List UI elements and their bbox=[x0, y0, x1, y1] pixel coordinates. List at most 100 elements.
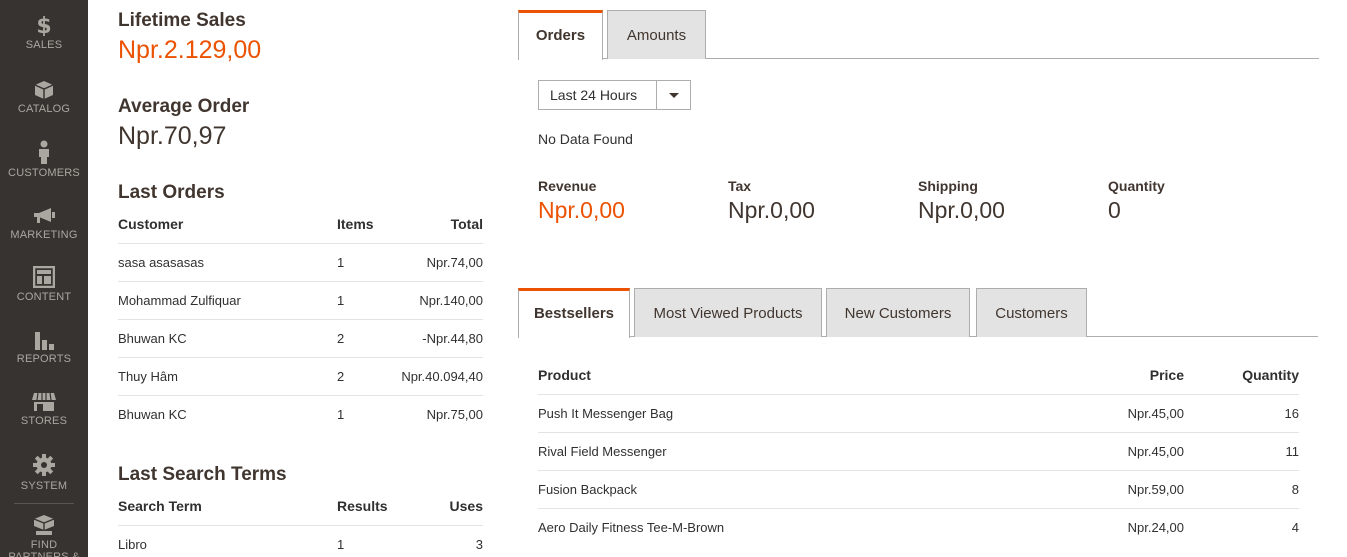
nav-item-reports[interactable]: REPORTS bbox=[0, 328, 88, 390]
svg-text:$: $ bbox=[36, 14, 51, 36]
last-search-terms-title: Last Search Terms bbox=[118, 464, 287, 485]
revenue-metric: Revenue Npr.0,00 bbox=[538, 178, 625, 224]
shipping-label: Shipping bbox=[918, 178, 978, 194]
product-name: Push It Messenger Bag bbox=[538, 406, 674, 421]
nav-item-content[interactable]: CONTENT bbox=[0, 266, 88, 328]
order-items: 2 bbox=[337, 331, 345, 346]
table-row[interactable]: Libro 1 3 bbox=[118, 525, 483, 557]
tab-orders[interactable]: Orders bbox=[518, 10, 603, 60]
table-row[interactable]: sasa asasasas 1 Npr.74,00 bbox=[118, 243, 483, 281]
order-total: Npr.140,00 bbox=[419, 293, 483, 308]
product-quantity: 16 bbox=[1284, 406, 1299, 421]
table-row[interactable]: Aero Daily Fitness Tee-M-Brown Npr.24,00… bbox=[538, 508, 1299, 546]
order-total: -Npr.44,80 bbox=[422, 331, 483, 346]
nav-item-stores[interactable]: STORES bbox=[0, 392, 88, 454]
last-orders-title: Last Orders bbox=[118, 182, 225, 203]
order-customer: Bhuwan KC bbox=[118, 331, 187, 346]
order-items: 1 bbox=[337, 293, 345, 308]
nav-item-sales[interactable]: $ SALES bbox=[0, 14, 88, 76]
table-row[interactable]: Bhuwan KC 1 Npr.75,00 bbox=[118, 395, 483, 433]
column-header-uses: Uses bbox=[449, 498, 483, 514]
lifetime-sales-title: Lifetime Sales bbox=[118, 10, 246, 31]
bestsellers-table: Product Price Quantity Push It Messenger… bbox=[538, 367, 1299, 547]
nav-item-system[interactable]: SYSTEM bbox=[0, 453, 88, 515]
table-row[interactable]: Rival Field Messenger Npr.45,00 11 bbox=[538, 432, 1299, 470]
column-header-items: Items bbox=[337, 216, 374, 232]
column-header-results: Results bbox=[337, 498, 388, 514]
order-items: 2 bbox=[337, 369, 345, 384]
tab-customers[interactable]: Customers bbox=[976, 288, 1087, 337]
nav-label: FIND PARTNERS & EXTENSIONS bbox=[8, 539, 80, 557]
product-quantity: 11 bbox=[1285, 444, 1300, 459]
order-customer: Thuy Hâm bbox=[118, 369, 178, 384]
grid-tabs: Bestsellers Most Viewed Products New Cus… bbox=[518, 288, 1318, 338]
nav-label: REPORTS bbox=[16, 353, 72, 365]
product-price: Npr.45,00 bbox=[1127, 444, 1184, 459]
no-data-message: No Data Found bbox=[538, 131, 633, 147]
shipping-metric: Shipping Npr.0,00 bbox=[918, 178, 1005, 224]
chevron-down-icon bbox=[669, 93, 679, 98]
quantity-label: Quantity bbox=[1108, 178, 1165, 194]
nav-item-marketing[interactable]: MARKETING bbox=[0, 206, 88, 268]
revenue-value: Npr.0,00 bbox=[538, 197, 625, 223]
table-row[interactable]: Push It Messenger Bag Npr.45,00 16 bbox=[538, 394, 1299, 432]
person-icon bbox=[39, 140, 49, 164]
search-term: Libro bbox=[118, 537, 147, 552]
table-row[interactable]: Thuy Hâm 2 Npr.40.094,40 bbox=[118, 357, 483, 395]
average-order-title: Average Order bbox=[118, 96, 250, 117]
last-orders-table: Customer Items Total sasa asasasas 1 Npr… bbox=[118, 216, 483, 434]
megaphone-icon bbox=[34, 208, 55, 223]
nav-label: CATALOG bbox=[17, 103, 71, 115]
period-select-toggle[interactable] bbox=[656, 81, 690, 109]
search-results: 1 bbox=[337, 537, 345, 552]
product-name: Fusion Backpack bbox=[538, 482, 637, 497]
nav-item-catalog[interactable]: CATALOG bbox=[0, 80, 88, 142]
admin-sidebar: $ SALES CATALOG CUSTOMERS MARKETING CONT… bbox=[0, 0, 88, 557]
quantity-value: 0 bbox=[1108, 197, 1121, 223]
product-name: Rival Field Messenger bbox=[538, 444, 667, 459]
search-uses: 3 bbox=[475, 537, 483, 552]
nav-label: MARKETING bbox=[10, 229, 78, 241]
column-header-total: Total bbox=[450, 216, 483, 232]
product-quantity: 4 bbox=[1291, 520, 1299, 535]
order-total: Npr.75,00 bbox=[426, 407, 483, 422]
tab-most-viewed-products[interactable]: Most Viewed Products bbox=[634, 288, 822, 337]
order-customer: Bhuwan KC bbox=[118, 407, 187, 422]
quantity-metric: Quantity 0 bbox=[1108, 178, 1165, 224]
average-order-value: Npr.70,97 bbox=[118, 122, 227, 150]
tab-new-customers[interactable]: New Customers bbox=[826, 288, 970, 337]
product-price: Npr.24,00 bbox=[1127, 520, 1184, 535]
column-header-quantity: Quantity bbox=[1242, 367, 1299, 383]
nav-label: STORES bbox=[20, 415, 68, 427]
order-items: 1 bbox=[337, 255, 345, 270]
chart-tabs: Orders Amounts bbox=[518, 10, 1319, 60]
product-name: Aero Daily Fitness Tee-M-Brown bbox=[538, 520, 725, 535]
product-price: Npr.45,00 bbox=[1127, 406, 1184, 421]
tax-value: Npr.0,00 bbox=[728, 197, 815, 223]
storefront-icon bbox=[32, 392, 56, 411]
nav-label: SALES bbox=[25, 39, 63, 51]
tab-bestsellers[interactable]: Bestsellers bbox=[518, 288, 630, 338]
table-row[interactable]: Bhuwan KC 2 -Npr.44,80 bbox=[118, 319, 483, 357]
period-select-value: Last 24 Hours bbox=[550, 87, 638, 103]
product-quantity: 8 bbox=[1291, 482, 1299, 497]
lifetime-sales-value: Npr.2.129,00 bbox=[118, 36, 262, 64]
tax-metric: Tax Npr.0,00 bbox=[728, 178, 815, 224]
last-search-terms-table: Search Term Results Uses Libro 1 3 bbox=[118, 498, 483, 557]
revenue-label: Revenue bbox=[538, 178, 597, 194]
boxes-icon bbox=[33, 515, 55, 535]
gear-icon bbox=[33, 454, 55, 476]
nav-item-find-partners[interactable]: FIND PARTNERS & EXTENSIONS bbox=[0, 514, 88, 557]
table-row[interactable]: Mohammad Zulfiquar 1 Npr.140,00 bbox=[118, 281, 483, 319]
order-items: 1 bbox=[337, 407, 345, 422]
shipping-value: Npr.0,00 bbox=[918, 197, 1005, 223]
nav-label: CONTENT bbox=[16, 291, 72, 303]
cube-icon bbox=[34, 81, 54, 99]
column-header-search-term: Search Term bbox=[118, 498, 202, 514]
table-row[interactable]: Fusion Backpack Npr.59,00 8 bbox=[538, 470, 1299, 508]
nav-divider bbox=[14, 503, 74, 504]
period-select[interactable]: Last 24 Hours bbox=[538, 80, 691, 110]
nav-item-customers[interactable]: CUSTOMERS bbox=[0, 140, 88, 202]
dollar-icon: $ bbox=[36, 14, 51, 36]
tab-amounts[interactable]: Amounts bbox=[607, 10, 706, 59]
